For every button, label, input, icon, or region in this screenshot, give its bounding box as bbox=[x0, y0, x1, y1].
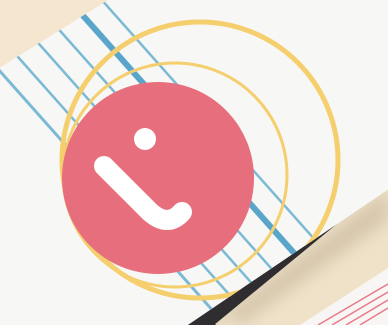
photo-scene bbox=[0, 0, 388, 325]
scene-svg bbox=[0, 0, 388, 325]
pink-circle bbox=[62, 82, 254, 274]
